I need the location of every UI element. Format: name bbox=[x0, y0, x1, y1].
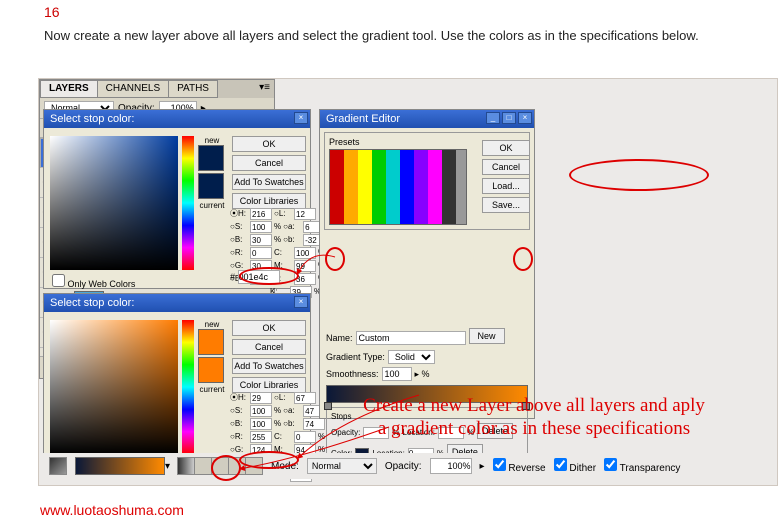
layers-tabs: LAYERS CHANNELS PATHS ▾≡ bbox=[40, 80, 274, 98]
h-input[interactable] bbox=[250, 208, 272, 220]
annotation-circle-layer bbox=[569, 159, 709, 191]
annotation-circle-stop2 bbox=[513, 247, 533, 271]
picker1-buttons: OK Cancel Add To Swatches Color Librarie… bbox=[232, 136, 306, 212]
cancel-button[interactable]: Cancel bbox=[232, 339, 306, 355]
b-input[interactable] bbox=[250, 234, 272, 246]
maximize-icon[interactable]: □ bbox=[502, 112, 516, 124]
opacity-input[interactable] bbox=[430, 458, 472, 474]
add-swatches-button[interactable]: Add To Swatches bbox=[232, 358, 306, 374]
transparency-checkbox[interactable]: Transparency bbox=[604, 458, 680, 474]
close-icon[interactable]: × bbox=[294, 296, 308, 308]
radial-gradient-icon[interactable] bbox=[194, 457, 212, 475]
color-picker-2: Select stop color: × new current OK Canc… bbox=[43, 293, 311, 473]
tool-preset[interactable] bbox=[49, 457, 67, 475]
color-swatches: new current bbox=[198, 136, 226, 210]
preset-swatches[interactable] bbox=[329, 149, 467, 225]
reverse-checkbox[interactable]: Reverse bbox=[493, 458, 546, 474]
only-web-colors[interactable]: Only Web Colors bbox=[52, 274, 135, 289]
watermark: www.luotaoshuma.com bbox=[40, 502, 184, 518]
opacity-label: Opacity: bbox=[385, 461, 422, 472]
new-label: new bbox=[198, 136, 226, 145]
annotation-circle-stop1 bbox=[325, 247, 345, 271]
options-bar: ▾ Mode: Normal Opacity: ▸ Reverse Dither… bbox=[43, 453, 773, 479]
new-color-swatch bbox=[198, 145, 224, 171]
cancel-button[interactable]: Cancel bbox=[232, 155, 306, 171]
ok-button[interactable]: OK bbox=[482, 140, 530, 156]
c-input[interactable] bbox=[294, 431, 316, 443]
color-field[interactable] bbox=[50, 136, 178, 270]
cancel-button[interactable]: Cancel bbox=[482, 159, 530, 175]
b-input[interactable] bbox=[250, 418, 272, 430]
ok-button[interactable]: OK bbox=[232, 136, 306, 152]
l-input[interactable] bbox=[294, 392, 316, 404]
step-instruction: Now create a new layer above all layers … bbox=[44, 28, 750, 45]
current-color-swatch bbox=[198, 357, 224, 383]
save-button[interactable]: Save... bbox=[482, 197, 530, 213]
color-field[interactable] bbox=[50, 320, 178, 454]
l-input[interactable] bbox=[294, 208, 316, 220]
smooth-label: Smoothness: bbox=[326, 369, 379, 379]
h-input[interactable] bbox=[250, 392, 272, 404]
type-select[interactable]: Solid bbox=[388, 350, 435, 364]
current-color-swatch bbox=[198, 173, 224, 199]
color-values: ⦿H:○L: ○S:%○a: ○B:%○b: ○R: C:% ○G: M:% ○… bbox=[230, 208, 325, 299]
annotation-circle-hex2 bbox=[239, 451, 299, 469]
tab-paths[interactable]: PATHS bbox=[168, 80, 218, 98]
s-input[interactable] bbox=[250, 405, 272, 417]
close-icon[interactable]: × bbox=[518, 112, 532, 124]
smooth-input[interactable] bbox=[382, 367, 412, 381]
picker2-title: Select stop color: bbox=[50, 297, 134, 309]
new-button[interactable]: New bbox=[469, 328, 505, 344]
b2-input[interactable] bbox=[303, 418, 325, 430]
current-label: current bbox=[198, 201, 226, 210]
name-label: Name: bbox=[326, 333, 353, 343]
gradient-stop-left[interactable] bbox=[324, 402, 332, 410]
close-icon[interactable]: × bbox=[294, 112, 308, 124]
step-number: 16 bbox=[44, 4, 60, 20]
c-input[interactable] bbox=[294, 247, 316, 259]
type-label: Gradient Type: bbox=[326, 352, 385, 362]
r-input[interactable] bbox=[250, 247, 272, 259]
minimize-icon[interactable]: _ bbox=[486, 112, 500, 124]
hue-slider[interactable] bbox=[182, 136, 194, 270]
annotation-circle-gradtype bbox=[211, 455, 241, 481]
color-libraries-button[interactable]: Color Libraries bbox=[232, 377, 306, 393]
hue-slider[interactable] bbox=[182, 320, 194, 454]
annotation-text: Create a new Layer above all layers and … bbox=[339, 395, 729, 441]
picker2-buttons: OK Cancel Add To Swatches Color Librarie… bbox=[232, 320, 306, 396]
picker1-title: Select stop color: bbox=[50, 113, 134, 125]
s-input[interactable] bbox=[250, 221, 272, 233]
gradient-preview[interactable] bbox=[75, 457, 165, 475]
r-input[interactable] bbox=[250, 431, 272, 443]
chevron-down-icon[interactable]: ▾ bbox=[165, 461, 170, 472]
ge-titlebar: Gradient Editor _□× bbox=[320, 110, 534, 128]
load-button[interactable]: Load... bbox=[482, 178, 530, 194]
tab-layers[interactable]: LAYERS bbox=[40, 80, 98, 98]
name-input[interactable] bbox=[356, 331, 466, 345]
dither-checkbox[interactable]: Dither bbox=[554, 458, 596, 474]
new-color-swatch bbox=[198, 329, 224, 355]
picker1-titlebar: Select stop color: × bbox=[44, 110, 310, 128]
screenshot-area: Select stop color: × new current OK Canc… bbox=[38, 78, 778, 486]
m-input[interactable] bbox=[294, 260, 316, 272]
linear-gradient-icon[interactable] bbox=[177, 457, 195, 475]
ok-button[interactable]: OK bbox=[232, 320, 306, 336]
new-label: new bbox=[198, 320, 226, 329]
mode-select[interactable]: Normal bbox=[307, 458, 377, 474]
add-swatches-button[interactable]: Add To Swatches bbox=[232, 174, 306, 190]
color-picker-1: Select stop color: × new current OK Canc… bbox=[43, 109, 311, 289]
color-swatches: new current bbox=[198, 320, 226, 394]
ge-buttons: OK Cancel Load... Save... bbox=[482, 140, 530, 216]
current-label: current bbox=[198, 385, 226, 394]
ge-title: Gradient Editor bbox=[326, 113, 400, 125]
gradient-editor: Gradient Editor _□× Presets OK Cancel Lo… bbox=[319, 109, 535, 419]
tab-channels[interactable]: CHANNELS bbox=[97, 80, 169, 98]
annotation-circle-hex1 bbox=[239, 267, 299, 285]
color-libraries-button[interactable]: Color Libraries bbox=[232, 193, 306, 209]
panel-menu-icon[interactable]: ▾≡ bbox=[255, 80, 274, 98]
picker2-titlebar: Select stop color: × bbox=[44, 294, 310, 312]
